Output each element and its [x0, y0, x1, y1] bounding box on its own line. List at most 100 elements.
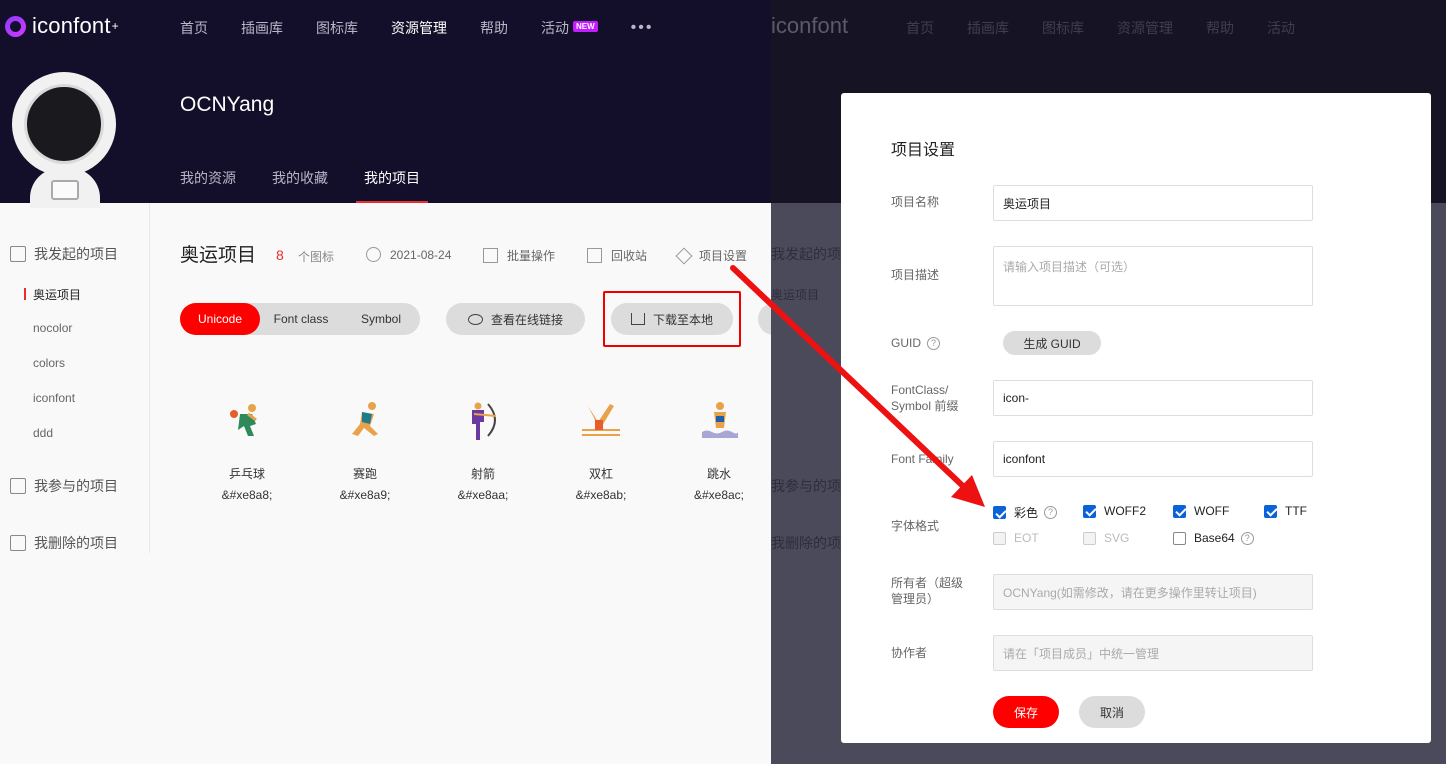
- icon-name: 射箭: [470, 467, 495, 481]
- username: OCNYang: [180, 93, 275, 116]
- mode-font-class[interactable]: Font class: [260, 303, 342, 335]
- batch-operation-button[interactable]: 批量操作: [483, 247, 555, 264]
- project-settings-button[interactable]: 项目设置: [675, 247, 747, 264]
- profile-tabs: 我的资源 我的收藏 我的项目: [180, 168, 456, 203]
- new-badge: NEW: [573, 21, 598, 32]
- icon-card[interactable]: 射箭 &#xe8aa;: [433, 400, 533, 502]
- generate-guid-button[interactable]: 生成 GUID: [1003, 331, 1101, 355]
- nav-home[interactable]: 首页: [180, 18, 208, 38]
- font-family-label: Font Family: [891, 452, 954, 466]
- sidebar-group-started[interactable]: 我发起的项目: [10, 244, 118, 264]
- checkbox-disabled: [1083, 531, 1096, 545]
- help-icon[interactable]: ?: [1240, 531, 1254, 545]
- project-settings-modal: 项目设置 项目名称 奥运项目 项目描述 请输入项目描述（可选） GUID? 生成…: [841, 93, 1431, 743]
- grid-icon: [483, 248, 498, 263]
- help-icon[interactable]: ?: [1044, 506, 1058, 519]
- tab-my-favorites[interactable]: 我的收藏: [272, 168, 328, 203]
- project-desc-textarea[interactable]: 请输入项目描述（可选）: [993, 246, 1313, 306]
- help-icon[interactable]: ?: [927, 337, 940, 351]
- format-ttf-checkbox[interactable]: TTF: [1264, 504, 1307, 518]
- format-woff2-checkbox[interactable]: WOFF2: [1083, 504, 1146, 518]
- trash-doc-icon: [10, 535, 26, 551]
- nav-illustrations[interactable]: 插画库: [241, 18, 283, 38]
- diving-icon: [702, 402, 738, 438]
- sidebar-item-colors[interactable]: colors: [33, 356, 65, 370]
- code-mode-switch: Unicode Font class Symbol: [180, 303, 420, 335]
- running-icon: [352, 402, 378, 436]
- nav-help[interactable]: 帮助: [480, 18, 508, 38]
- icon-count-label: 个图标: [298, 250, 335, 264]
- mode-unicode[interactable]: Unicode: [180, 303, 260, 335]
- sidebar-item-nocolor[interactable]: nocolor: [33, 321, 72, 335]
- icon-name: 双杠: [588, 467, 613, 481]
- icon-card[interactable]: 乒乓球 &#xe8a8;: [197, 400, 297, 502]
- logo-text: iconfont: [32, 13, 111, 38]
- mode-symbol[interactable]: Symbol: [342, 303, 420, 335]
- icon-code: &#xe8ac;: [693, 488, 745, 502]
- dimmed-nav: 首页 插画库 图标库 资源管理 帮助 活动: [906, 20, 1295, 36]
- prefix-input[interactable]: icon-: [993, 380, 1313, 416]
- cancel-button[interactable]: 取消: [1079, 696, 1145, 728]
- nav-resource-management[interactable]: 资源管理: [391, 18, 447, 38]
- project-name-input[interactable]: 奥运项目: [993, 185, 1313, 221]
- icon-code: &#xe8a8;: [221, 488, 273, 502]
- save-button[interactable]: 保存: [993, 696, 1059, 728]
- owner-label: 所有者（超级 管理员）: [891, 576, 964, 606]
- checkbox-checked: [993, 506, 1006, 519]
- sidebar-item-iconfont[interactable]: iconfont: [33, 391, 75, 405]
- main-nav: 首页 插画库 图标库 资源管理 帮助 活动 NEW •••: [180, 0, 653, 55]
- recycle-bin-button[interactable]: 回收站: [587, 247, 647, 264]
- avatar: [12, 72, 116, 176]
- edit-icon: [10, 246, 26, 262]
- format-base64-checkbox[interactable]: Base64?: [1173, 531, 1254, 545]
- format-color-checkbox[interactable]: 彩色?: [993, 504, 1058, 521]
- collaborator-label: 协作者: [891, 646, 928, 660]
- modal-title: 项目设置: [891, 142, 956, 159]
- icon-count: 8: [276, 247, 284, 263]
- font-family-input[interactable]: iconfont: [993, 441, 1313, 477]
- project-name-label: 项目名称: [891, 195, 940, 209]
- logo-icon: [5, 15, 26, 37]
- nav-icons[interactable]: 图标库: [316, 18, 358, 38]
- logo[interactable]: iconfont +: [5, 13, 119, 39]
- eye-icon: [467, 313, 483, 325]
- parallel-bars-icon: [582, 404, 620, 436]
- project-date: 2021-08-24: [366, 247, 451, 262]
- checkbox-disabled: [993, 531, 1006, 545]
- icon-code: &#xe8ab;: [575, 488, 627, 502]
- icon-name: 跳水: [706, 467, 731, 481]
- sidebar-group-deleted[interactable]: 我删除的项目: [10, 533, 118, 553]
- archery-icon: [472, 402, 497, 440]
- checkbox-unchecked: [1173, 531, 1186, 545]
- icon-name: 赛跑: [352, 467, 377, 481]
- tab-my-projects[interactable]: 我的项目: [356, 168, 428, 203]
- font-format-label: 字体格式: [891, 519, 940, 533]
- owner-input: OCNYang(如需修改，请在更多操作里转让项目): [993, 574, 1313, 610]
- trash-icon: [587, 248, 602, 263]
- project-title: 奥运项目: [180, 245, 257, 266]
- nav-activities[interactable]: 活动 NEW: [541, 18, 598, 38]
- clock-icon: [366, 247, 381, 262]
- sidebar-group-joined[interactable]: 我参与的项目: [10, 476, 118, 496]
- search-doc-icon: [10, 478, 26, 494]
- right-screen: iconfont 首页 插画库 图标库 资源管理 帮助 活动 我发起的项目 奥运…: [771, 0, 1446, 764]
- more-icon[interactable]: •••: [631, 19, 654, 37]
- sidebar-item-olympics[interactable]: 奥运项目: [23, 286, 81, 303]
- icon-code: &#xe8a9;: [339, 488, 391, 502]
- sidebar-item-ddd[interactable]: ddd: [33, 426, 53, 440]
- project-desc-label: 项目描述: [891, 268, 940, 282]
- more-action-button-partial[interactable]: [758, 303, 771, 335]
- prefix-label: FontClass/Symbol 前缀: [891, 383, 959, 413]
- download-highlight-box: [603, 291, 741, 347]
- icon-card[interactable]: 跳水 &#xe8ac;: [669, 400, 769, 502]
- view-online-link-button[interactable]: 查看在线链接: [446, 303, 585, 335]
- format-svg-checkbox[interactable]: SVG: [1083, 531, 1129, 545]
- icon-card[interactable]: 赛跑 &#xe8a9;: [315, 400, 415, 502]
- format-woff-checkbox[interactable]: WOFF: [1173, 504, 1229, 518]
- avatar-screen: [51, 180, 79, 200]
- dimmed-sidebar-item: 奥运项目: [771, 288, 820, 302]
- icon-code: &#xe8aa;: [457, 488, 509, 502]
- tab-my-resources[interactable]: 我的资源: [180, 168, 236, 203]
- icon-card[interactable]: 双杠 &#xe8ab;: [551, 400, 651, 502]
- format-eot-checkbox[interactable]: EOT: [993, 531, 1039, 545]
